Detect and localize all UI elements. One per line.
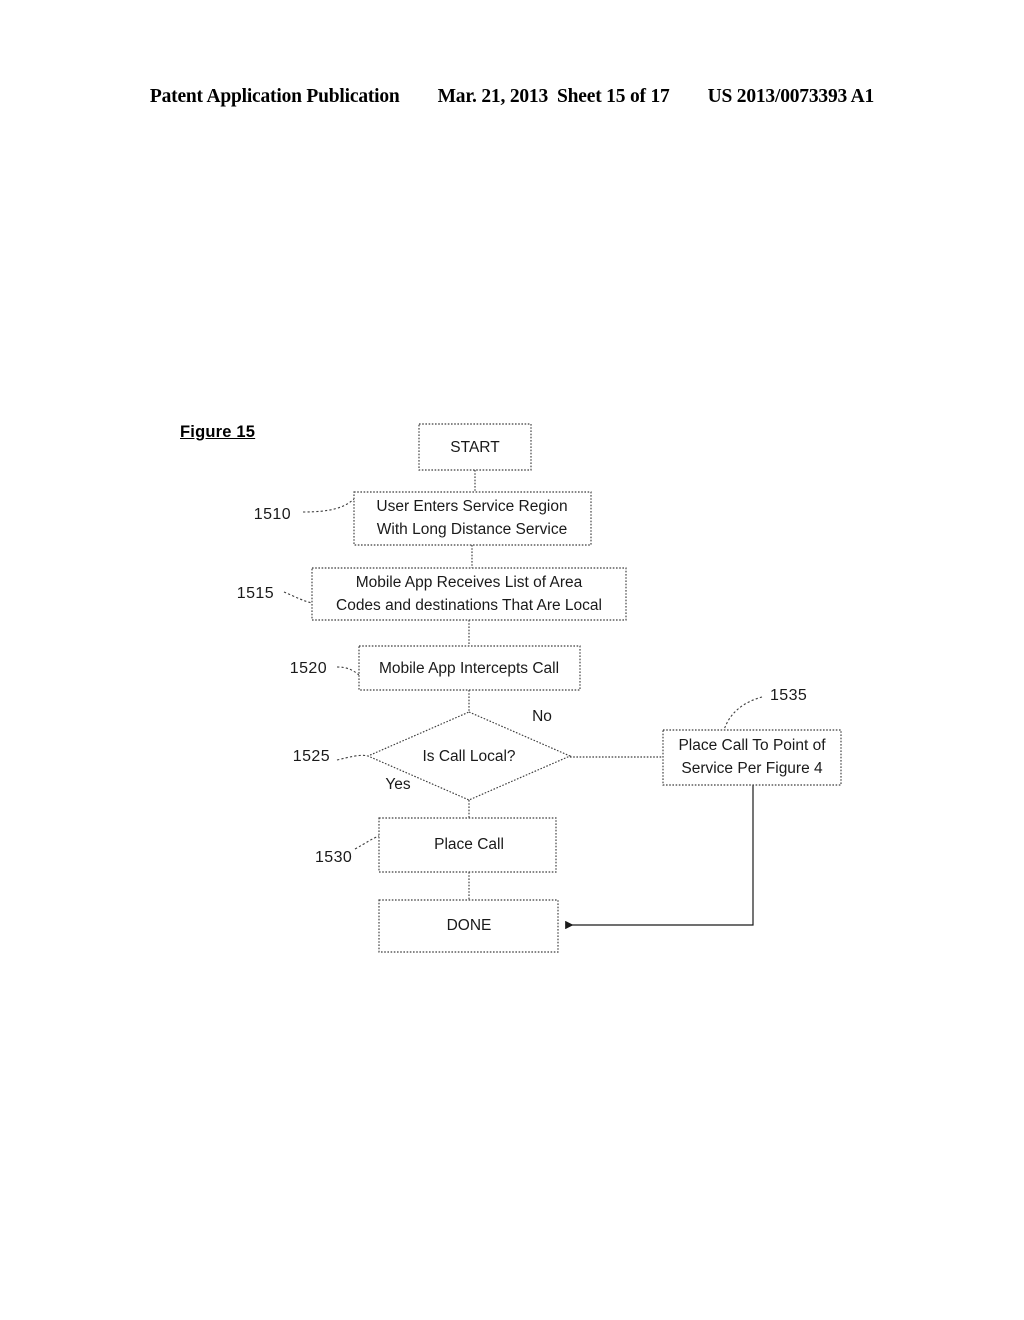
edge-1535-to-done (565, 785, 754, 930)
leader-1535 (723, 696, 763, 731)
node-1510: User Enters Service Region With Long Dis… (353, 491, 592, 546)
node-1535-label-line1: Place Call To Point of (678, 737, 826, 754)
leader-1510 (302, 498, 355, 513)
node-1525-label: Is Call Local? (422, 748, 515, 765)
node-done: DONE (378, 899, 559, 953)
ref-number-1510: 1510 (254, 506, 291, 523)
leader-1520 (336, 666, 360, 676)
node-1520: Mobile App Intercepts Call (358, 645, 581, 691)
node-1510-label-line1: User Enters Service Region (376, 498, 567, 515)
ref-number-1515: 1515 (237, 585, 274, 602)
figure-15-drawing: Figure 15 START User Enters Service Regi… (0, 0, 1024, 1320)
leader-1530 (354, 835, 380, 850)
node-1530: Place Call (378, 817, 557, 873)
node-start-label: START (450, 439, 500, 456)
node-1535-label-line2: Service Per Figure 4 (681, 760, 823, 777)
node-1515-label-line1: Mobile App Receives List of Area (356, 574, 583, 591)
ref-number-1530: 1530 (315, 849, 352, 866)
ref-number-1520: 1520 (290, 660, 327, 677)
branch-label-no: No (532, 708, 552, 725)
ref-number-1525: 1525 (293, 748, 330, 765)
node-1510-label-line2: With Long Distance Service (377, 521, 567, 538)
node-start: START (418, 423, 532, 471)
leader-1515 (283, 591, 313, 604)
flowchart-canvas: START User Enters Service Region With Lo… (237, 423, 842, 953)
node-1535: Place Call To Point of Service Per Figur… (662, 729, 842, 786)
node-1530-label: Place Call (434, 836, 504, 853)
branch-label-yes: Yes (385, 776, 411, 793)
node-done-label: DONE (447, 917, 492, 934)
node-1515: Mobile App Receives List of Area Codes a… (311, 567, 627, 621)
node-1520-label: Mobile App Intercepts Call (379, 660, 559, 677)
leader-1525 (336, 754, 369, 761)
node-1515-label-line2: Codes and destinations That Are Local (336, 597, 602, 614)
ref-number-1535: 1535 (770, 687, 807, 704)
